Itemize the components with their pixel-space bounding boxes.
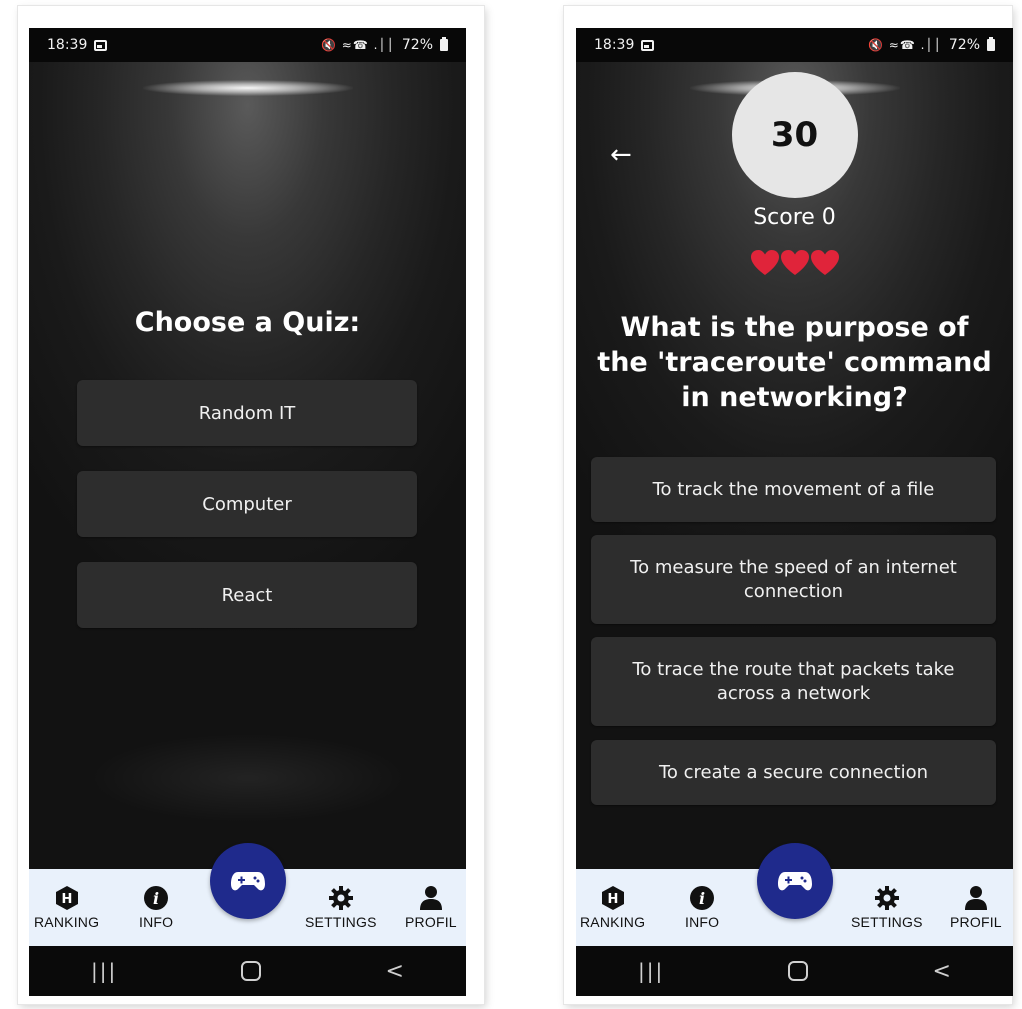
svg-text:i: i [699,889,705,908]
battery-percent: 72% [948,37,980,53]
back-arrow-icon[interactable]: ← [610,140,632,170]
gamepad-icon [230,872,265,891]
nav-label-info: INFO [139,914,174,930]
battery-percent: 72% [401,37,433,53]
home-icon[interactable] [788,961,809,981]
bottom-nav: H RANKING i INFO SETTINGS PROFIL [29,843,466,946]
battery-icon [987,37,995,51]
answer-option-button[interactable]: To trace the route that packets take acr… [591,637,996,726]
ranking-hexagon-icon: H [601,886,624,910]
countdown-timer: 30 [731,72,858,198]
info-icon: i [690,886,715,910]
play-button[interactable] [756,843,833,919]
heart-icon [750,249,780,277]
heart-icon [780,249,810,277]
nav-label-info: INFO [685,914,720,930]
system-nav-bar: ||| < [29,946,466,996]
gear-icon [328,886,353,910]
page-title: Choose a Quiz: [134,307,361,338]
gallery-notification-icon [641,39,655,51]
nav-item-profil[interactable]: PROFIL [405,885,457,930]
back-icon[interactable]: < [932,959,950,984]
quiz-option-button[interactable]: Random IT [77,380,417,446]
nav-item-settings[interactable]: SETTINGS [305,885,377,930]
nav-label-profil: PROFIL [405,914,457,930]
score-label: Score 0 [753,205,836,230]
spotlight-glow [142,80,353,96]
status-time: 18:39 [47,37,88,53]
gamepad-icon [777,872,812,891]
nav-item-ranking[interactable]: H RANKING [580,885,645,930]
quiz-option-button[interactable]: React [77,562,417,628]
bottom-nav: H RANKING i INFO SETTINGS PROFIL [576,843,1013,946]
nav-item-settings[interactable]: SETTINGS [851,885,923,930]
quiz-select-screen: 18:39 🔇 ≈☎ .││ 72% Choose a Quiz: Random… [29,28,466,996]
status-bar: 18:39 🔇 ≈☎ .││ 72% [29,28,466,62]
answer-option-button[interactable]: To create a secure connection [591,740,996,805]
nav-label-settings: SETTINGS [851,914,923,930]
signal-icons: 🔇 ≈☎ .││ [868,38,942,52]
nav-label-profil: PROFIL [950,914,1002,930]
info-icon: i [144,886,169,910]
recent-apps-icon[interactable]: ||| [91,959,117,983]
svg-text:H: H [61,892,72,907]
gear-icon [874,886,899,910]
nav-item-profil[interactable]: PROFIL [950,885,1002,930]
svg-text:i: i [153,889,159,908]
system-nav-bar: ||| < [576,946,1013,996]
user-icon [964,886,987,910]
home-icon[interactable] [241,961,262,981]
quiz-option-button[interactable]: Computer [77,471,417,537]
nav-item-info[interactable]: i INFO [139,885,173,930]
gallery-notification-icon [94,39,108,51]
ranking-hexagon-icon: H [55,886,78,910]
floor-glow [87,733,408,823]
nav-label-ranking: RANKING [34,914,100,930]
heart-icon [810,249,840,277]
answer-option-button[interactable]: To measure the speed of an internet conn… [591,535,996,624]
answer-option-button[interactable]: To track the movement of a file [591,457,996,522]
status-bar: 18:39 🔇 ≈☎ .││ 72% [576,28,1013,62]
recent-apps-icon[interactable]: ||| [638,959,664,983]
nav-label-settings: SETTINGS [305,914,377,930]
back-icon[interactable]: < [385,959,403,984]
nav-item-ranking[interactable]: H RANKING [34,885,99,930]
quiz-question-screen: 18:39 🔇 ≈☎ .││ 72% ← 30 Score 0 What is … [576,28,1013,996]
nav-item-info[interactable]: i INFO [685,885,719,930]
status-time: 18:39 [594,37,635,53]
svg-text:H: H [607,892,618,907]
play-button[interactable] [209,843,286,919]
signal-icons: 🔇 ≈☎ .││ [321,38,395,52]
nav-label-ranking: RANKING [580,914,646,930]
lives-hearts [576,249,1013,277]
user-icon [419,886,442,910]
battery-icon [440,37,448,51]
question-text: What is the purpose of the 'traceroute' … [597,312,992,413]
